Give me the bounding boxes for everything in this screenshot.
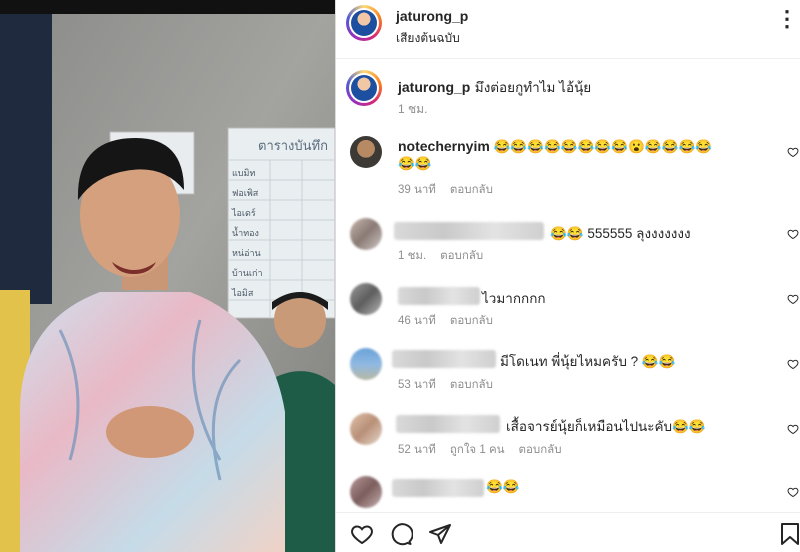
share-icon[interactable] — [428, 522, 452, 546]
audio-label[interactable]: เสียงต้นฉบับ — [396, 29, 460, 48]
svg-text:บ้านเก่า: บ้านเก่า — [232, 268, 263, 278]
author-username[interactable]: jaturong_p — [396, 8, 468, 24]
reply-button[interactable]: ตอบกลับ — [450, 315, 493, 327]
comment-text: ไวมากกกก — [482, 291, 546, 306]
comment-text: มีโดเนท พี่นุ้ยไหมครับ ? 😂😂 — [500, 354, 676, 369]
comment-username[interactable]: notechernyim — [398, 138, 490, 154]
bookmark-icon[interactable] — [779, 522, 800, 546]
reply-button[interactable]: ตอบกลับ — [440, 250, 483, 262]
author-avatar[interactable] — [346, 5, 382, 41]
comment-time: 1 ชม. — [398, 250, 427, 262]
reply-button[interactable]: ตอบกลับ — [450, 184, 493, 196]
commenter-avatar[interactable] — [350, 348, 382, 380]
heart-icon[interactable] — [350, 522, 374, 546]
comment-time: 46 นาที — [398, 315, 436, 327]
svg-text:ไอเดร์: ไอเดร์ — [231, 207, 256, 218]
comment-item: 😂😂 555555 ลุงงงงงงง 1 ชม. ตอบกลับ — [336, 208, 800, 270]
post-photo: ตารางบันทึก แบมิทฟอเพิสไอเดร์ น้ำทองหน่อ… — [0, 0, 335, 552]
like-comment-heart-icon[interactable] — [787, 358, 799, 370]
comment-item: เสื้อจารย์นุ้ยก็เหมือนไปนะคับ😂😂 52 นาที ถ… — [336, 403, 800, 465]
commenter-avatar[interactable] — [350, 218, 382, 250]
svg-text:แบมิท: แบมิท — [232, 168, 255, 178]
svg-text:ตารางบันทึก: ตารางบันทึก — [258, 138, 328, 153]
comment-likes[interactable]: ถูกใจ 1 คน — [450, 444, 505, 456]
like-comment-heart-icon[interactable] — [787, 423, 799, 435]
comment-item: มีโดเนท พี่นุ้ยไหมครับ ? 😂😂 53 นาที ตอบกล… — [336, 338, 800, 400]
comment-time: 52 นาที — [398, 444, 436, 456]
post-action-bar — [336, 512, 800, 552]
caption-text: มึงต่อยกูทำไม ไอ้นุ้ย — [474, 80, 592, 95]
reply-button[interactable]: ตอบกลับ — [450, 379, 493, 391]
caption: jaturong_p มึงต่อยกูทำไม ไอ้นุ้ย 1 ชม. — [336, 58, 800, 120]
commenter-avatar[interactable] — [350, 476, 382, 508]
post-side-panel: jaturong_p เสียงต้นฉบับ ⋮ jaturong_p มึง… — [335, 0, 800, 552]
commenter-avatar[interactable] — [350, 283, 382, 315]
more-options-icon[interactable]: ⋮ — [776, 8, 798, 30]
blurred-username — [396, 415, 500, 433]
caption-avatar[interactable] — [346, 70, 382, 106]
comment-text: เสื้อจารย์นุ้ยก็เหมือนไปนะคับ😂😂 — [506, 419, 706, 434]
comment-item: notechernyim 😂😂😂😂😂😂😂😂😮😂😂😂😂 😂😂 39 นาที ตอบ… — [336, 128, 800, 198]
comment-text: 😂😂😂😂😂😂😂😂😮😂😂😂😂 — [493, 139, 713, 154]
like-comment-heart-icon[interactable] — [787, 293, 799, 305]
comment-item: 😂😂 — [336, 468, 800, 512]
like-comment-heart-icon[interactable] — [787, 228, 799, 240]
post-header: jaturong_p เสียงต้นฉบับ ⋮ — [336, 0, 800, 59]
comment-time: 39 นาที — [398, 184, 436, 196]
like-comment-heart-icon[interactable] — [787, 486, 799, 498]
comment-icon[interactable] — [389, 522, 413, 546]
svg-text:ไอมิส: ไอมิส — [231, 288, 254, 298]
svg-text:ฟอเพิส: ฟอเพิส — [232, 188, 259, 198]
comment-time: 53 นาที — [398, 379, 436, 391]
comment-text-continued: 😂😂 — [398, 156, 432, 171]
blurred-username — [394, 222, 544, 240]
commenter-avatar[interactable] — [350, 136, 382, 168]
svg-text:หน่อ่าน: หน่อ่าน — [232, 248, 261, 258]
blurred-username — [392, 479, 484, 497]
blurred-username — [398, 287, 480, 305]
comment-text: 😂😂 555555 ลุงงงงงงง — [550, 226, 691, 241]
reply-button[interactable]: ตอบกลับ — [519, 444, 562, 456]
blurred-username — [392, 350, 496, 368]
caption-time: 1 ชม. — [398, 102, 428, 116]
post-media[interactable]: ตารางบันทึก แบมิทฟอเพิสไอเดร์ น้ำทองหน่อ… — [0, 0, 335, 552]
caption-username[interactable]: jaturong_p — [398, 79, 470, 95]
svg-text:น้ำทอง: น้ำทอง — [232, 226, 259, 238]
commenter-avatar[interactable] — [350, 413, 382, 445]
like-comment-heart-icon[interactable] — [787, 146, 799, 158]
comment-item: ไวมากกกก 46 นาที ตอบกลับ — [336, 273, 800, 335]
comment-text: 😂😂 — [486, 479, 520, 494]
